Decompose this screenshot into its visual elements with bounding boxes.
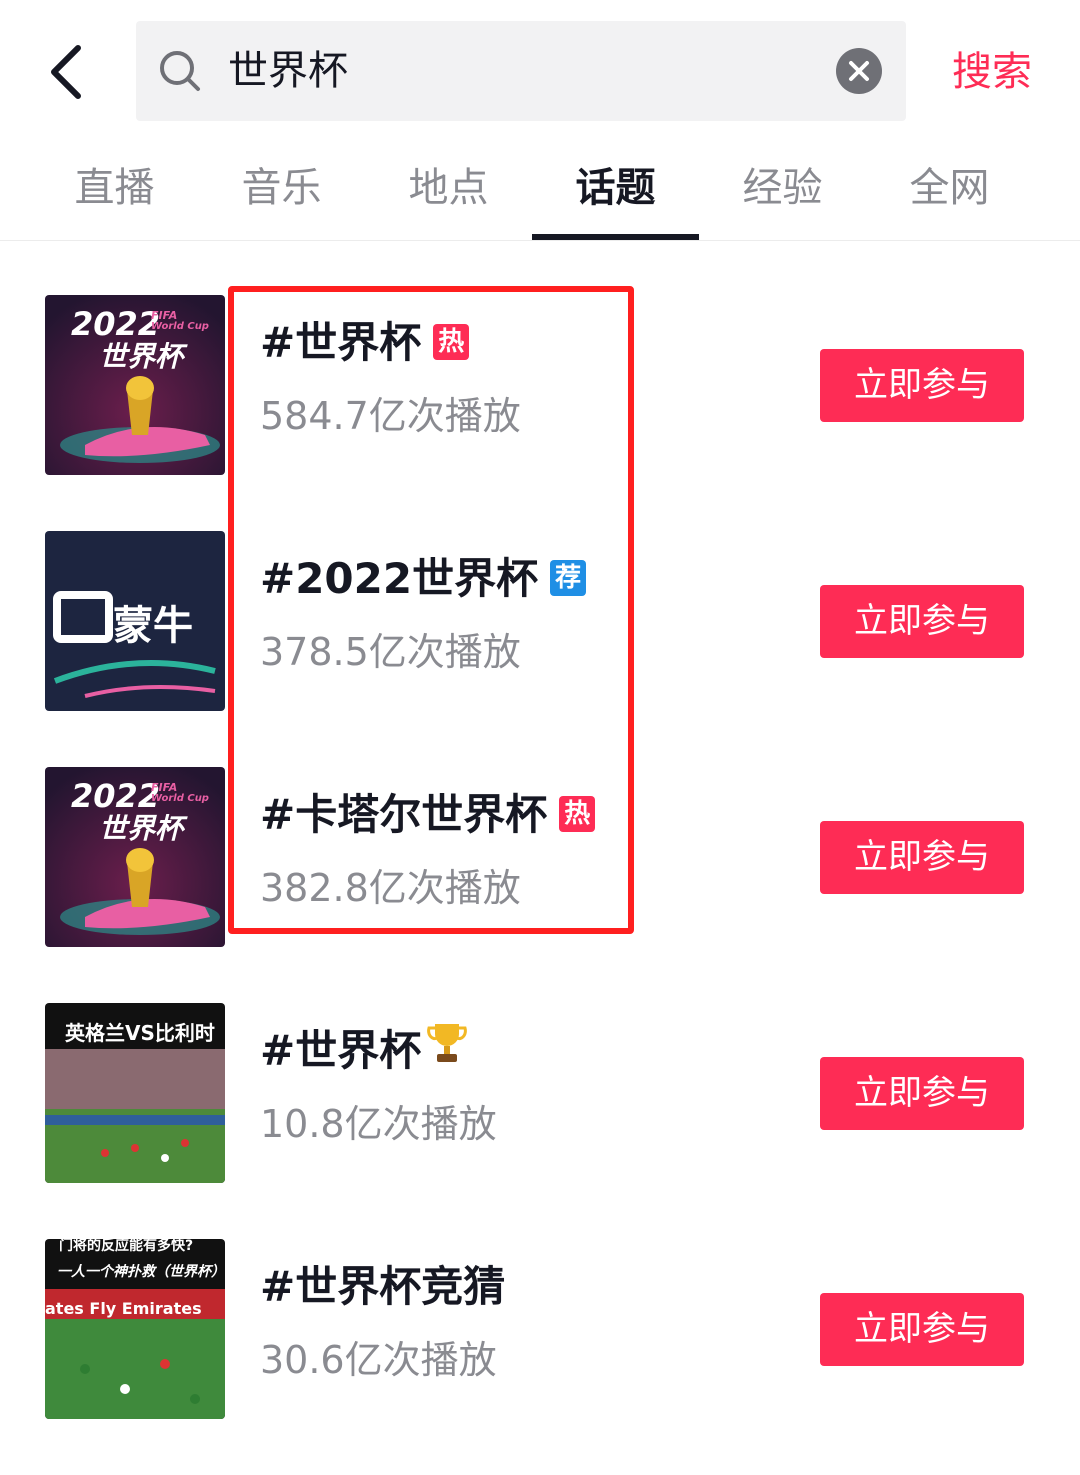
tab-label: 经验 [742, 165, 823, 211]
active-tab-indicator [532, 234, 699, 240]
topic-title: #世界杯 [260, 1020, 468, 1084]
join-button[interactable]: 立即参与 [820, 821, 1024, 894]
hot-badge: 热 [433, 323, 470, 360]
tab-music[interactable]: 音乐 [198, 140, 365, 240]
play-count: 584.7亿次播放 [260, 394, 521, 438]
tab-label: 地点 [408, 165, 489, 211]
thumb-caption-top: 门将的反应能有多快? [59, 1239, 194, 1254]
topic-row[interactable]: 2022 FIFA World Cup 世界杯 #世界杯热 584.7亿次播放 … [0, 295, 1080, 531]
tab-label: 全网 [909, 165, 990, 211]
topic-row[interactable]: 门将的反应能有多快? 一人一个神扑救（世界杯） ates Fly Emirate… [0, 1239, 1080, 1475]
topic-thumbnail-mengniu: 蒙牛 [45, 531, 225, 711]
topic-title: #2022世界杯荐 [260, 551, 587, 607]
trophy-icon [427, 1020, 468, 1080]
tab-all-web[interactable]: 全网 [866, 140, 1033, 240]
topic-row[interactable]: 2022 FIFA World Cup 世界杯 #卡塔尔世界杯热 382.8亿次… [0, 767, 1080, 1003]
thumb-banner: ates Fly Emirates [45, 1299, 202, 1318]
tab-label: 音乐 [241, 165, 322, 211]
topic-thumbnail-goalkeeper: 门将的反应能有多快? 一人一个神扑救（世界杯） ates Fly Emirate… [45, 1239, 225, 1419]
clear-search-button[interactable] [836, 48, 882, 94]
tab-experience[interactable]: 经验 [699, 140, 866, 240]
topic-title-text: #世界杯 [260, 318, 422, 367]
search-input[interactable] [228, 21, 808, 121]
hot-badge: 热 [559, 795, 596, 832]
tab-label: 直播 [74, 165, 155, 211]
thumb-caption: 一人一个神扑救（世界杯） [57, 1264, 225, 1280]
join-button[interactable]: 立即参与 [820, 585, 1024, 658]
topic-title: #卡塔尔世界杯热 [260, 787, 596, 843]
join-button[interactable]: 立即参与 [820, 1293, 1024, 1366]
close-icon [849, 61, 869, 81]
topic-title-text: #卡塔尔世界杯 [260, 790, 548, 839]
topic-thumbnail-match: 英格兰VS比利时 [45, 1003, 225, 1183]
tab-location[interactable]: 地点 [365, 140, 532, 240]
tab-topics[interactable]: 话题 [532, 140, 699, 240]
thumb-name: 世界杯 [99, 340, 184, 373]
join-button[interactable]: 立即参与 [820, 1057, 1024, 1130]
recommend-badge: 荐 [550, 559, 587, 596]
topic-title: #世界杯热 [260, 315, 470, 371]
thumb-name: 蒙牛 [113, 603, 193, 649]
play-count: 30.6亿次播放 [260, 1338, 497, 1382]
topic-thumbnail-fifa: 2022 FIFA World Cup 世界杯 [45, 295, 225, 475]
category-tabs: 直播 音乐 地点 话题 经验 全网 [0, 140, 1080, 241]
play-count: 382.8亿次播放 [260, 866, 521, 910]
search-icon [160, 51, 200, 91]
thumb-caption: 英格兰VS比利时 [65, 1021, 215, 1045]
thumb-sub: World Cup [151, 793, 209, 804]
topic-row[interactable]: 英格兰VS比利时 #世界杯 10.8亿次播放 立即参与 [0, 1003, 1080, 1239]
topic-title: #世界杯竞猜 [260, 1259, 505, 1315]
tab-live[interactable]: 直播 [31, 140, 198, 240]
chevron-left-icon [51, 45, 81, 99]
topic-row[interactable]: 蒙牛 #2022世界杯荐 378.5亿次播放 立即参与 [0, 531, 1080, 767]
tab-label: 话题 [575, 165, 656, 211]
play-count: 10.8亿次播放 [260, 1102, 497, 1146]
topic-title-text: #2022世界杯 [260, 554, 539, 603]
back-button[interactable] [40, 40, 100, 104]
topic-thumbnail-fifa: 2022 FIFA World Cup 世界杯 [45, 767, 225, 947]
search-bar[interactable] [136, 21, 906, 121]
join-button[interactable]: 立即参与 [820, 349, 1024, 422]
play-count: 378.5亿次播放 [260, 630, 521, 674]
search-button[interactable]: 搜索 [952, 40, 1032, 104]
thumb-sub: World Cup [151, 321, 209, 332]
thumb-name: 世界杯 [99, 812, 184, 845]
topic-title-text: #世界杯 [260, 1026, 422, 1075]
topic-title-text: #世界杯竞猜 [260, 1262, 506, 1311]
